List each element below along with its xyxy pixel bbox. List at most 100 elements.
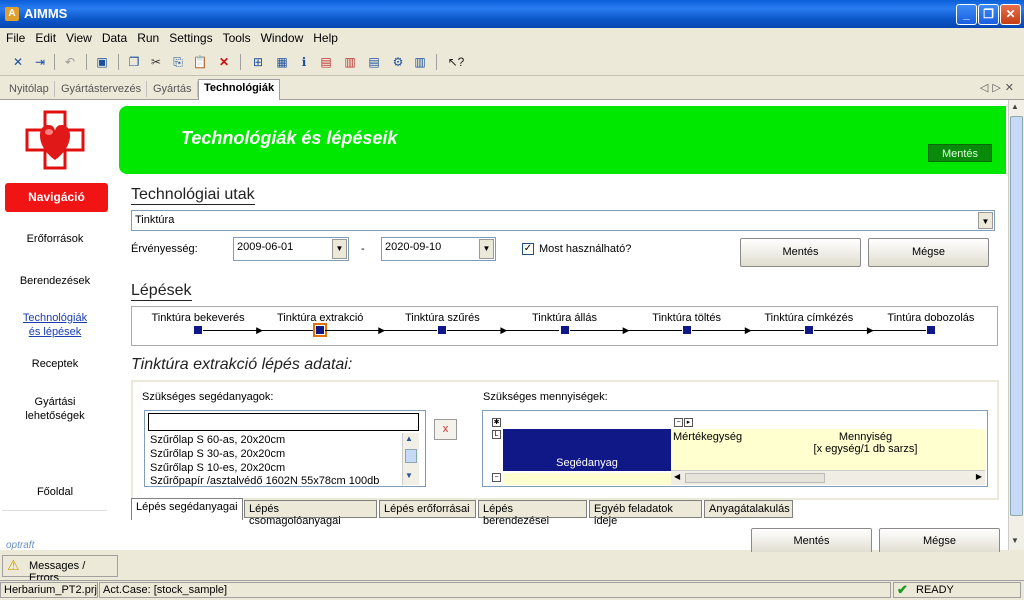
delete-icon[interactable]: ✕ xyxy=(214,52,234,72)
sidebar-item-eroforrasok[interactable]: Erőforrások xyxy=(0,233,110,245)
menu-builder-icon[interactable]: ▥ xyxy=(340,52,360,72)
library-icon[interactable]: ▥ xyxy=(410,52,430,72)
date-from-field[interactable]: 2009-06-01 ▼ xyxy=(233,237,349,261)
copy-icon[interactable]: ⎘ xyxy=(168,52,188,72)
tab-nyitolap[interactable]: Nyitólap xyxy=(4,81,55,97)
navigation-button[interactable]: Navigáció xyxy=(5,183,108,212)
aux-list-scrollbar[interactable]: ▲ ▼ xyxy=(402,433,419,485)
list-item[interactable]: Szűrőpapír /asztalvédő 1602N 55x78cm 100… xyxy=(150,475,400,486)
menu-settings[interactable]: Settings xyxy=(163,28,216,45)
undo-icon[interactable]: ↶ xyxy=(60,52,80,72)
restore-button[interactable]: ❐ xyxy=(978,4,999,25)
list-item[interactable]: Szűrőlap S 60-as, 20x20cm xyxy=(150,434,285,446)
aux-filter-input[interactable] xyxy=(148,413,419,431)
grid-hscrollbar[interactable]: ◀ ▶ xyxy=(671,470,985,485)
menu-view[interactable]: View xyxy=(60,28,96,45)
menu-file[interactable]: File xyxy=(0,28,29,45)
date-to-field[interactable]: 2020-09-10 ▼ xyxy=(381,237,496,261)
footer-save-button[interactable]: Mentés xyxy=(751,528,872,554)
paste-icon[interactable]: 📋 xyxy=(190,52,210,72)
menu-edit[interactable]: Edit xyxy=(29,28,60,45)
date-to-value: 2020-09-10 xyxy=(385,241,442,253)
app-icon[interactable]: A xyxy=(5,7,19,21)
tab-step-equipment[interactable]: Lépés berendezései xyxy=(478,500,587,527)
step-label: Tinktúra címkézés xyxy=(764,312,854,324)
tab-gyartastervezes[interactable]: Gyártástervezés xyxy=(56,81,148,97)
step-arrow-icon: ▶ xyxy=(866,325,874,335)
step-arrow-icon: ▶ xyxy=(256,325,264,335)
step-node[interactable] xyxy=(560,326,569,334)
grid-layout-icon[interactable]: L xyxy=(492,430,501,439)
page-header: Technológiák és lépéseik xyxy=(119,106,1006,174)
tab-other-tasks[interactable]: Egyéb feladatok ideje xyxy=(589,500,702,527)
aux-label: Szükséges segédanyagok: xyxy=(142,391,274,403)
menu-window[interactable]: Window xyxy=(255,28,308,45)
page-icon[interactable]: ▣ xyxy=(92,52,112,72)
menu-bar: File Edit View Data Run Settings Tools Window He… xyxy=(0,28,1024,48)
qty-grid: ✱ L − ▸ Segédanyag Mértékegység Mennyisé… xyxy=(482,410,988,487)
step-node[interactable] xyxy=(438,326,447,334)
tools-icon[interactable]: ✕ xyxy=(8,52,28,72)
grid-collapse-icon[interactable]: − xyxy=(674,418,683,427)
sidebar-item-fooldal[interactable]: Főoldal xyxy=(0,486,110,498)
step-node[interactable] xyxy=(926,326,935,334)
technology-select-value: Tinktúra xyxy=(135,214,175,226)
sidebar-item-receptek[interactable]: Receptek xyxy=(0,358,110,370)
step-node[interactable] xyxy=(313,323,328,337)
chevron-down-icon[interactable]: ▼ xyxy=(332,239,347,259)
info-icon[interactable]: ℹ xyxy=(294,52,314,72)
pin-icon[interactable]: ⇥ xyxy=(30,52,50,72)
messages-button[interactable]: ⚠ Messages / Errors xyxy=(2,555,118,584)
remove-aux-button[interactable]: x xyxy=(434,419,457,440)
menu-tools[interactable]: Tools xyxy=(217,28,255,45)
warning-icon: ⚠ xyxy=(7,557,20,573)
grid-expand-icon[interactable]: ✱ xyxy=(492,418,501,427)
page-scrollbar[interactable]: ▲ ▼ xyxy=(1008,100,1024,550)
sidebar-item-berendezesek[interactable]: Berendezések xyxy=(0,275,110,287)
grid-col-unit: Mértékegység xyxy=(671,429,745,471)
cut-icon[interactable]: ✂ xyxy=(146,52,166,72)
sidebar-item-technologiak[interactable]: Technológiák és lépések xyxy=(0,311,110,339)
copy-window-icon[interactable]: ❐ xyxy=(124,52,144,72)
chevron-down-icon[interactable]: ▼ xyxy=(479,239,494,259)
step-label: Tinktúra szűrés xyxy=(404,312,480,324)
tab-navigation[interactable]: ◁▷✕ xyxy=(980,81,1018,94)
list-item[interactable]: Szűrőlap S 30-as, 20x20cm xyxy=(150,448,285,460)
chevron-down-icon[interactable]: ▼ xyxy=(978,212,993,229)
tab-material-transform[interactable]: Anyagátalakulás xyxy=(704,500,793,518)
settings-icon[interactable]: ⚙ xyxy=(388,52,408,72)
identifier-icon[interactable]: ▦ xyxy=(272,52,292,72)
menu-help[interactable]: Help xyxy=(307,28,342,45)
step-label: Tinktúra bekeverés xyxy=(151,312,245,324)
header-save-button[interactable]: Mentés xyxy=(928,144,992,162)
model-explorer-icon[interactable]: ⊞ xyxy=(248,52,268,72)
list-item[interactable]: Szűrőlap S 10-es, 20x20cm xyxy=(150,462,285,474)
minimize-button[interactable]: _ xyxy=(956,4,977,25)
tab-technologiak[interactable]: Technológiák xyxy=(198,79,281,100)
technology-select[interactable]: Tinktúra ▼ xyxy=(131,210,995,231)
usable-checkbox[interactable]: ✓ xyxy=(522,243,534,255)
paths-cancel-button[interactable]: Mégse xyxy=(868,238,989,267)
tab-step-aux[interactable]: Lépés segédanyagai xyxy=(131,498,243,520)
step-node[interactable] xyxy=(682,326,691,334)
ready-check-icon: ✔ xyxy=(897,582,908,597)
close-button[interactable]: ✕ xyxy=(1000,4,1021,25)
template-icon[interactable]: ▤ xyxy=(364,52,384,72)
tab-gyartas[interactable]: Gyártás xyxy=(148,81,198,97)
step-node[interactable] xyxy=(804,326,813,334)
data-page-icon[interactable]: ▤ xyxy=(316,52,336,72)
sidebar-item-gyartasi-lehetosegek[interactable]: Gyártási lehetőségek xyxy=(0,395,110,423)
page-title: Technológiák és lépéseik xyxy=(181,128,398,148)
tab-step-resources[interactable]: Lépés erőforrásai xyxy=(379,500,476,518)
tab-step-packaging[interactable]: Lépés csomagolóanyagai xyxy=(244,500,377,527)
context-help-icon[interactable]: ↖? xyxy=(446,52,466,72)
step-node[interactable] xyxy=(194,326,203,334)
grid-next-icon[interactable]: ▸ xyxy=(684,418,693,427)
grid-row-collapse-icon[interactable]: − xyxy=(492,473,501,482)
menu-data[interactable]: Data xyxy=(96,28,131,45)
step-arrow-icon: ▶ xyxy=(378,325,386,335)
menu-run[interactable]: Run xyxy=(131,28,163,45)
validity-label: Érvényesség: xyxy=(131,243,198,255)
footer-cancel-button[interactable]: Mégse xyxy=(879,528,1000,554)
paths-save-button[interactable]: Mentés xyxy=(740,238,861,267)
